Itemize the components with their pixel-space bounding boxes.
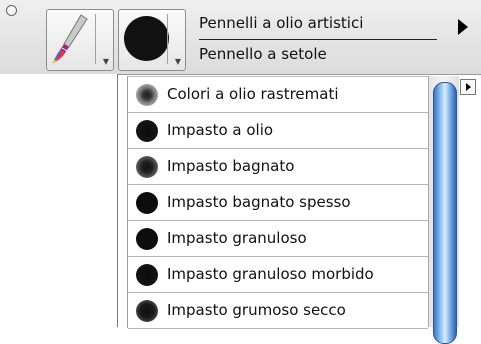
brush-category-icon (52, 14, 88, 64)
list-item[interactable]: Impasto bagnato spesso (128, 185, 428, 221)
list-item-label: Impasto bagnato (167, 157, 295, 175)
variant-dropdown-list: Colori a olio rastremati Impasto a olio … (127, 76, 428, 329)
list-item-label: Impasto granuloso (167, 229, 307, 247)
list-item[interactable]: Colori a olio rastremati (128, 77, 428, 113)
list-item[interactable]: Impasto bagnato (128, 149, 428, 185)
list-item[interactable]: Impasto a olio (128, 113, 428, 149)
list-item-label: Impasto bagnato spesso (167, 193, 351, 211)
scroll-thumb[interactable] (433, 82, 457, 344)
close-icon[interactable] (6, 5, 17, 16)
list-item[interactable]: Impasto grumoso secco (128, 293, 428, 329)
soft-gray-dot-icon (136, 84, 158, 106)
well-dropdown-arrow-icon[interactable]: ▼ (175, 57, 181, 66)
soft-gray-dot-icon (136, 156, 158, 178)
label-divider (199, 39, 437, 40)
black-dot-icon (136, 120, 158, 142)
list-item[interactable]: Impasto granuloso (128, 221, 428, 257)
empty-panel (0, 74, 118, 327)
brush-variant-icon (124, 16, 169, 61)
list-item[interactable]: Impasto granuloso morbido (128, 257, 428, 293)
well-dropdown-arrow-icon[interactable]: ▼ (103, 57, 109, 66)
brush-variant-well[interactable]: ▼ (118, 9, 186, 71)
soft-gray-dot-icon (136, 300, 158, 322)
list-item-label: Impasto granuloso morbido (167, 265, 374, 283)
list-item-label: Impasto a olio (167, 121, 274, 139)
scrollbar[interactable] (428, 76, 459, 344)
scroll-arrow-button[interactable] (460, 79, 476, 95)
right-arrow-icon (466, 83, 471, 91)
brush-selector-bar: ▼ ▼ Pennelli a olio artistici Pennello a… (0, 0, 481, 75)
black-dot-icon (136, 192, 158, 214)
list-item-label: Colori a olio rastremati (167, 85, 339, 103)
black-dot-icon (136, 264, 158, 286)
brush-variant-label[interactable]: Pennello a setole (199, 45, 327, 63)
list-item-label: Impasto grumoso secco (167, 301, 346, 319)
brush-category-label[interactable]: Pennelli a olio artistici (199, 14, 363, 32)
brush-category-well[interactable]: ▼ (46, 9, 114, 71)
menu-arrow-icon[interactable] (458, 19, 468, 35)
black-dot-icon (136, 228, 158, 250)
